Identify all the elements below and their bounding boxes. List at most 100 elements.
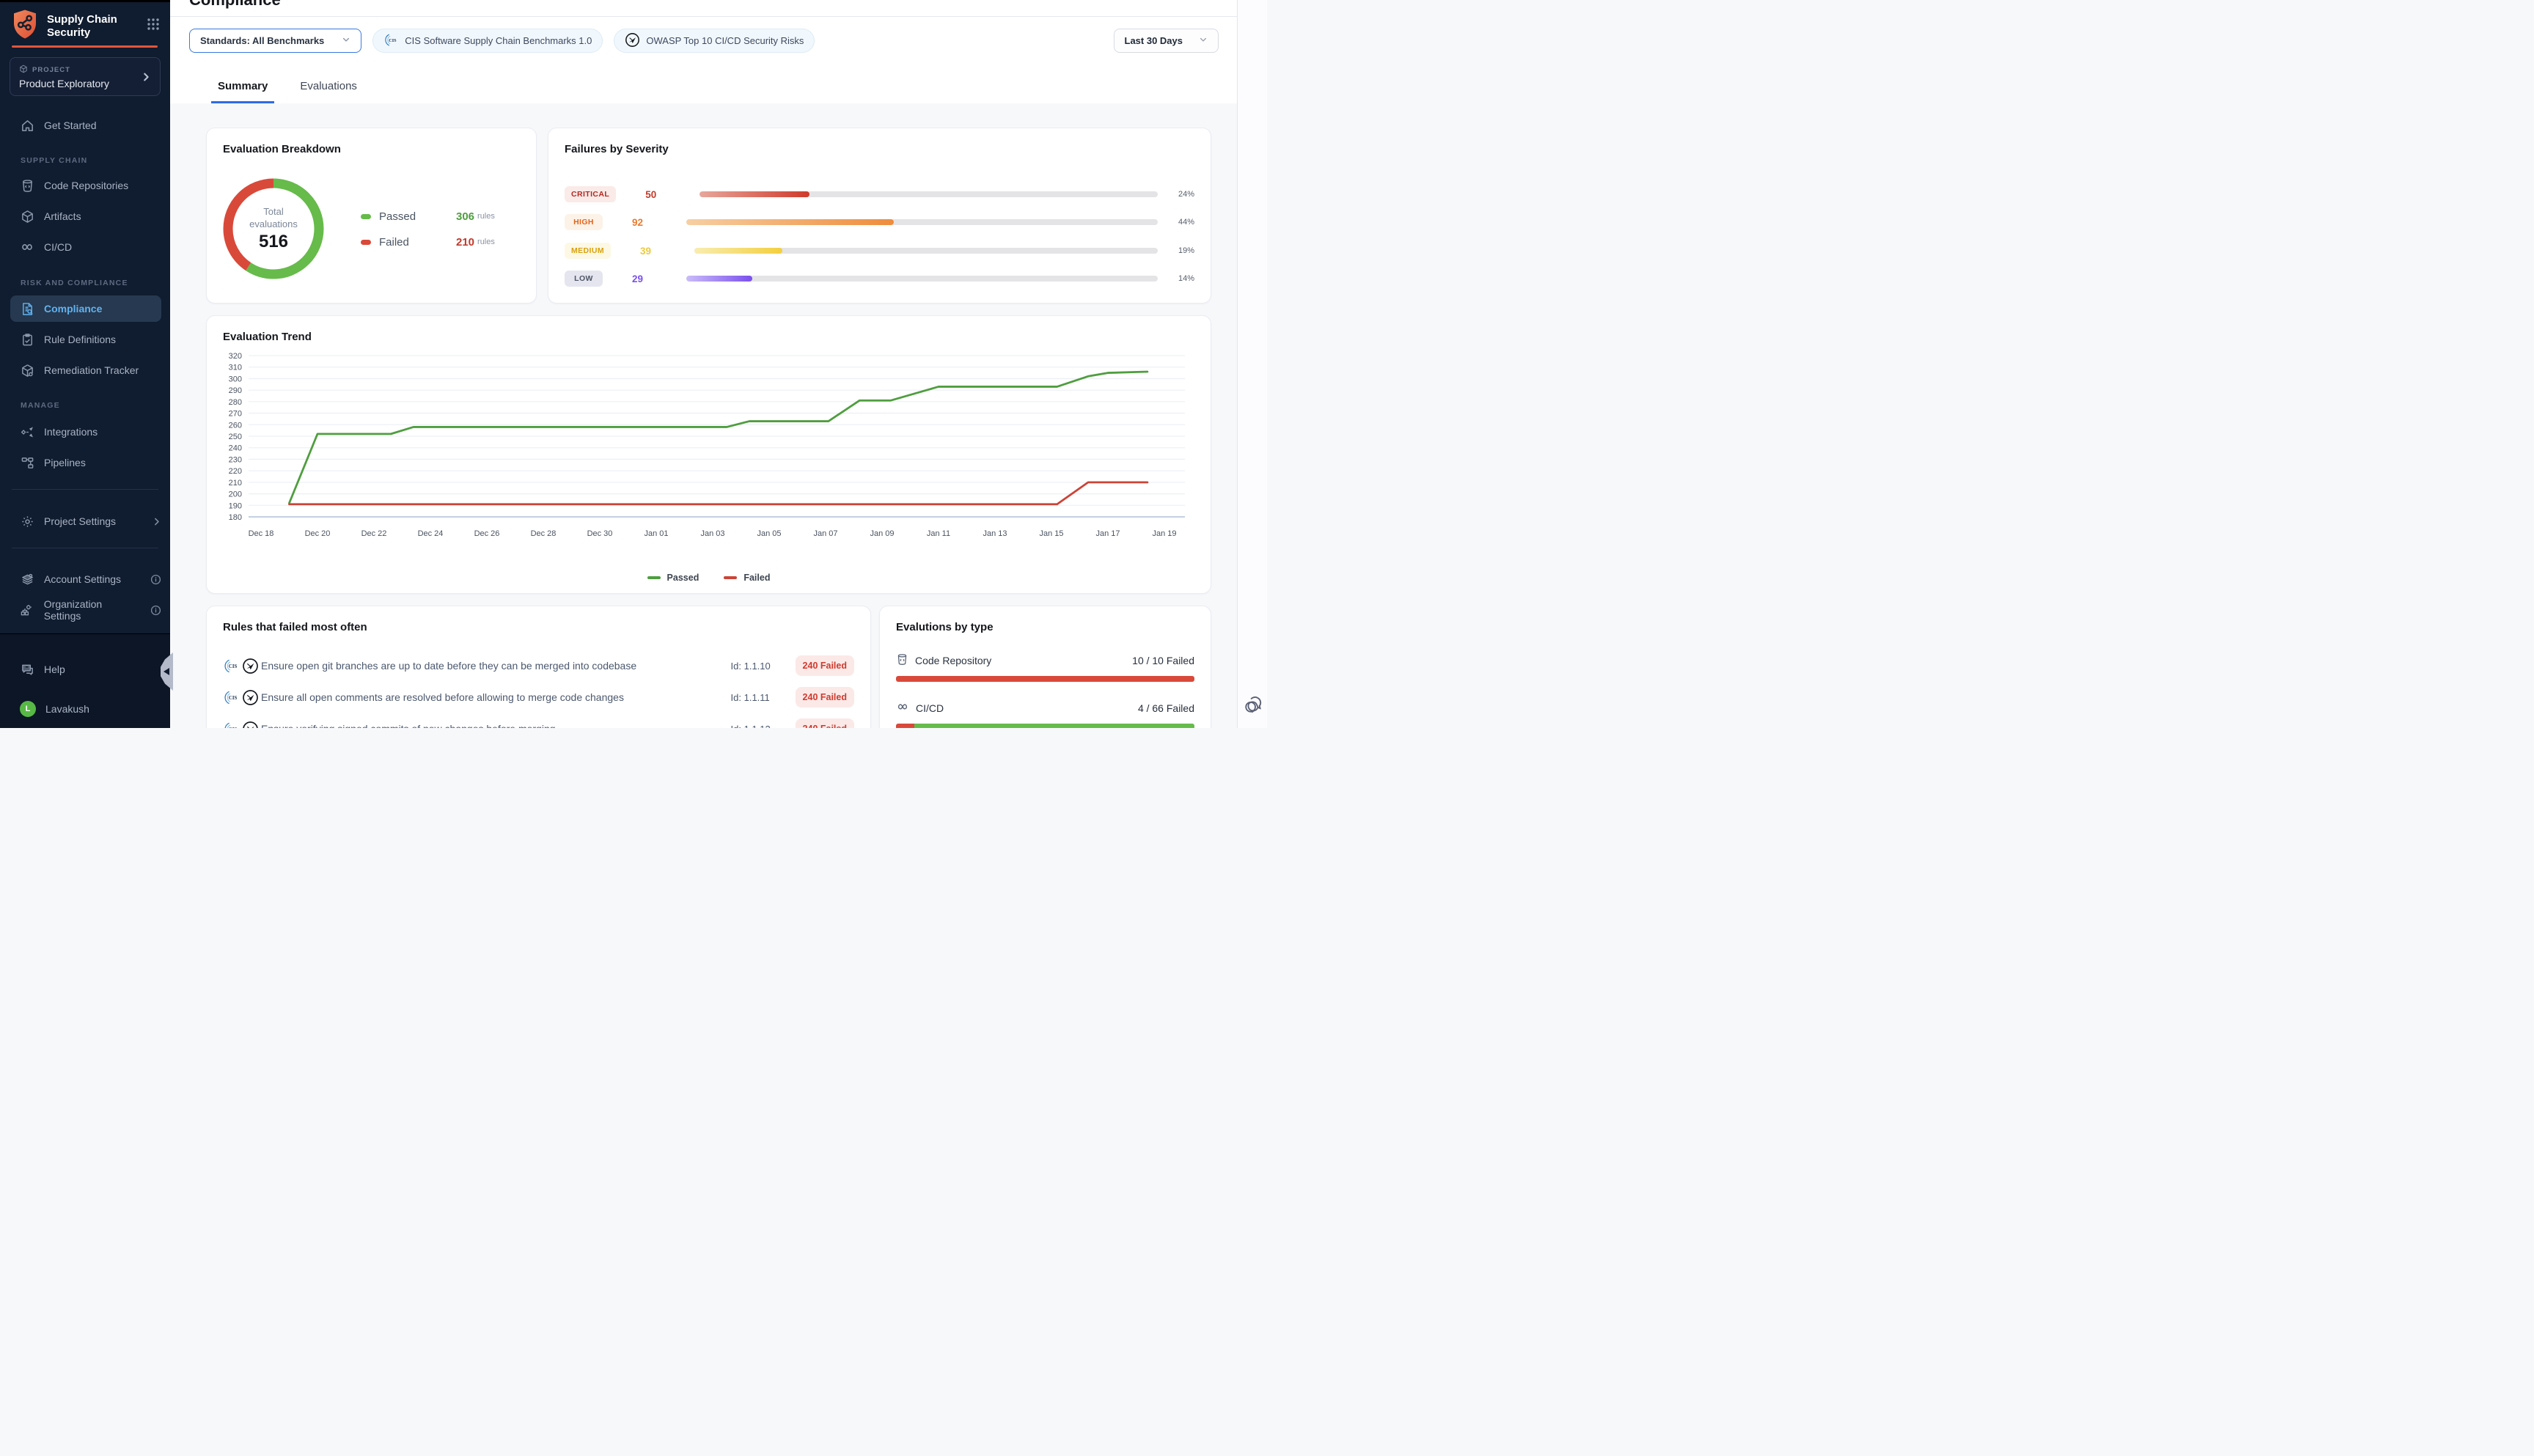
severity-count: 50 <box>645 189 679 200</box>
filter-row: Standards: All Benchmarks CIS CIS Softwa… <box>189 29 1219 53</box>
type-label: CI/CD <box>916 702 944 714</box>
sidebar-user[interactable]: L Lavakush <box>10 696 161 722</box>
sidebar-footer: Help L Lavakush <box>0 633 170 728</box>
sidebar-item-integrations[interactable]: Integrations <box>10 419 161 445</box>
failed-color-pill <box>361 240 371 245</box>
breakdown-legend: Passed 306 rules Failed 210 rules <box>361 207 495 259</box>
svg-text:Dec 22: Dec 22 <box>361 529 387 538</box>
sidebar-item-get-started[interactable]: Get Started <box>10 112 161 139</box>
tab-summary[interactable]: Summary <box>211 80 274 103</box>
user-name: Lavakush <box>45 703 89 715</box>
home-icon <box>20 118 34 133</box>
svg-text:280: 280 <box>229 398 242 407</box>
sidebar-item-rule-definitions[interactable]: Rule Definitions <box>10 326 161 353</box>
rule-id: Id: 1.1.10 <box>731 661 782 672</box>
svg-text:Jan 15: Jan 15 <box>1039 529 1063 538</box>
rule-failed-badge: 240 Failed <box>796 718 854 728</box>
gear-icon <box>20 514 34 529</box>
sidebar-item-pipelines[interactable]: Pipelines <box>10 449 161 476</box>
collapse-arrow-icon <box>164 668 169 675</box>
box-wrench-icon <box>20 363 34 378</box>
code-repository-icon <box>896 653 908 668</box>
sidebar-item-account-settings[interactable]: Account Settings <box>10 566 161 592</box>
severity-badge: LOW <box>565 271 603 287</box>
benchmark-chip-owasp[interactable]: OWASP Top 10 CI/CD Security Risks <box>614 29 815 53</box>
help-chat-icon <box>20 662 34 677</box>
rule-id: Id: 1.1.11 <box>731 692 782 703</box>
severity-row-medium: MEDIUM 39 19% <box>565 242 1194 260</box>
chevron-right-icon <box>141 72 151 82</box>
sidebar-item-organization-settings[interactable]: Organization Settings <box>10 597 161 623</box>
svg-text:Dec 20: Dec 20 <box>305 529 331 538</box>
evaluation-trend-card: Evaluation Trend 18019020021022023024025… <box>206 315 1211 594</box>
sidebar-item-artifacts[interactable]: Artifacts <box>10 203 161 229</box>
rule-icons: CIS <box>223 721 261 729</box>
svg-text:270: 270 <box>229 410 242 419</box>
svg-text:Dec 26: Dec 26 <box>474 529 500 538</box>
rule-id: Id: 1.1.12 <box>731 724 782 729</box>
rule-row[interactable]: CIS Ensure all open comments are resolve… <box>223 685 854 710</box>
svg-text:290: 290 <box>229 386 242 395</box>
project-name: Product Exploratory <box>19 78 141 89</box>
legend-item-passed: Passed <box>647 573 699 583</box>
app-title: Supply Chain Security <box>47 13 147 40</box>
sidebar-item-compliance[interactable]: Compliance <box>10 295 161 322</box>
severity-badge: CRITICAL <box>565 186 616 202</box>
project-selector[interactable]: PROJECT Product Exploratory <box>10 57 161 96</box>
severity-bar <box>694 248 1158 254</box>
scrollbar-gutter <box>1237 0 1267 728</box>
svg-text:Dec 28: Dec 28 <box>531 529 557 538</box>
svg-text:240: 240 <box>229 444 242 453</box>
svg-text:260: 260 <box>229 421 242 430</box>
cis-icon: CIS <box>223 658 240 674</box>
svg-text:CIS: CIS <box>229 696 238 701</box>
page-title: Compliance <box>189 0 281 10</box>
rule-failed-badge: 240 Failed <box>796 655 854 676</box>
app-grid-icon[interactable] <box>147 18 160 34</box>
rule-row[interactable]: CIS Ensure open git branches are up to d… <box>223 653 854 678</box>
evaluation-trend-chart: 1801902002102202302402502602702802903003… <box>207 345 1210 565</box>
layers-gear-icon <box>20 572 34 587</box>
info-icon[interactable] <box>150 605 161 616</box>
sidebar-item-label: Get Started <box>44 120 97 131</box>
infinity-icon <box>896 700 909 716</box>
severity-badge: MEDIUM <box>565 243 611 259</box>
code-repository-icon <box>20 178 34 193</box>
divider <box>170 16 1237 17</box>
svg-text:Jan 07: Jan 07 <box>813 529 837 538</box>
severity-percent: 24% <box>1169 190 1194 199</box>
benchmark-chip-cis[interactable]: CIS CIS Software Supply Chain Benchmarks… <box>372 29 603 53</box>
svg-text:180: 180 <box>229 513 242 522</box>
svg-text:Jan 11: Jan 11 <box>927 529 950 538</box>
standards-dropdown[interactable]: Standards: All Benchmarks <box>189 29 361 53</box>
app-viewport: Supply Chain Security PROJECT <box>0 0 1267 728</box>
passed-color-pill <box>361 214 371 219</box>
sidebar-item-code-repositories[interactable]: Code Repositories <box>10 172 161 199</box>
svg-text:Jan 03: Jan 03 <box>700 529 724 538</box>
chat-bubble-icon[interactable] <box>1241 694 1263 719</box>
severity-row-critical: CRITICAL 50 24% <box>565 185 1194 203</box>
rule-icons: CIS <box>223 689 261 706</box>
sidebar-item-project-settings[interactable]: Project Settings <box>10 508 161 534</box>
type-row-cicd: CI/CD 4 / 66 Failed <box>896 700 1194 728</box>
chevron-down-icon <box>342 35 350 46</box>
tab-evaluations[interactable]: Evaluations <box>293 80 364 103</box>
svg-text:Jan 17: Jan 17 <box>1095 529 1120 538</box>
divider <box>12 489 158 490</box>
svg-text:Jan 19: Jan 19 <box>1152 529 1176 538</box>
severity-row-low: LOW 29 14% <box>565 270 1194 287</box>
rule-row[interactable]: CIS Ensure verifying signed commits of n… <box>223 716 854 728</box>
sidebar-item-remediation-tracker[interactable]: Remediation Tracker <box>10 357 161 383</box>
sidebar-item-help[interactable]: Help <box>10 656 161 683</box>
severity-percent: 14% <box>1169 274 1194 283</box>
sidebar-item-label: Integrations <box>44 426 98 438</box>
failed-line-swatch <box>724 576 737 579</box>
rule-failed-badge: 240 Failed <box>796 687 854 707</box>
sidebar-item-cicd[interactable]: CI/CD <box>10 234 161 260</box>
date-range-dropdown[interactable]: Last 30 Days <box>1114 29 1219 53</box>
severity-count: 92 <box>632 217 666 228</box>
card-title: Evaluation Trend <box>223 331 312 343</box>
cis-icon: CIS <box>383 32 399 50</box>
user-avatar: L <box>20 701 36 717</box>
info-icon[interactable] <box>150 574 161 585</box>
